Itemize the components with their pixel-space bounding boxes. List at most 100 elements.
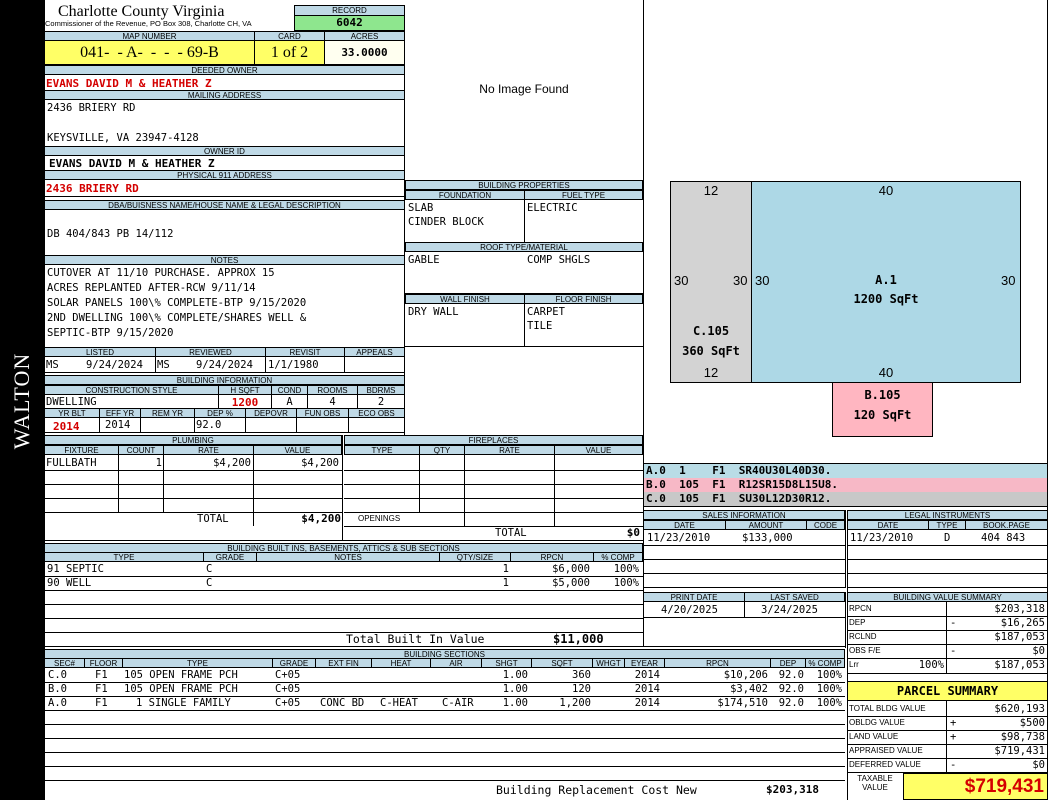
taxable-label-line1: TAXABLE — [857, 774, 893, 783]
parcel-value: $500 — [1019, 717, 1045, 729]
note-line: CUTOVER AT 11/10 PURCHASE. APPROX 15 — [47, 267, 275, 279]
builtin-rpcn: $5,000 — [552, 577, 590, 589]
section-rpcn: $174,510 — [717, 697, 768, 709]
plumbing-value: $4,200 — [301, 457, 339, 469]
c105-right-dim: 30 — [733, 273, 748, 288]
taxable-value: $719,431 — [903, 773, 1048, 800]
plumbing-col-value: VALUE — [253, 445, 342, 455]
foundation-1: SLAB — [408, 202, 434, 214]
ecoobs-header: ECO OBS — [348, 408, 405, 418]
card-number: 1 of 2 — [254, 40, 325, 65]
vs-value: $187,053 — [994, 631, 1045, 643]
parcel-value: $0 — [1032, 759, 1045, 771]
section-floor: F1 — [95, 697, 108, 709]
fireplace-col-value: VALUE — [554, 445, 643, 455]
c105-left-dim: 30 — [674, 273, 689, 288]
fireplace-col-qty: QTY — [419, 445, 465, 455]
builtins-total: $11,000 — [553, 632, 604, 646]
section-comp: 100% — [816, 683, 842, 695]
sections-total-label: Building Replacement Cost New — [496, 784, 697, 797]
reviewed-by: MS — [157, 359, 170, 371]
funobs-header: FUN OBS — [296, 408, 349, 418]
parcel-label: TOTAL BLDG VALUE — [849, 704, 926, 713]
legal-col-type: TYPE — [928, 520, 966, 530]
foundation-2: CINDER BLOCK — [408, 216, 484, 228]
appeals-header: APPEALS — [344, 347, 405, 357]
vs-value: $187,053 — [994, 659, 1045, 671]
fuel-value: ELECTRIC — [527, 202, 578, 214]
c105-top-dim: 12 — [703, 183, 719, 198]
builtin-qty: 1 — [502, 563, 509, 575]
plumbing-col-rate: RATE — [163, 445, 254, 455]
acres-value: 33.0000 — [324, 40, 405, 65]
legend-row-c: C.0 105 F1 SU30L12D30R12. — [644, 492, 1047, 506]
builtin-comp: 100% — [613, 577, 639, 589]
sec-col: FLOOR — [84, 658, 123, 668]
wall-value: DRY WALL — [408, 306, 459, 318]
section-type: 105 OPEN FRAME PCH — [124, 683, 238, 695]
owner-id-header: OWNER ID — [44, 146, 405, 156]
vs-value: $0 — [1032, 645, 1045, 657]
section-type: 105 OPEN FRAME PCH — [124, 669, 238, 681]
notes-header: NOTES — [44, 255, 405, 265]
parcel-label: DEFERRED VALUE — [849, 760, 921, 769]
sec-col: SQFT — [531, 658, 593, 668]
vs-label: RCLND — [849, 632, 877, 641]
sec-col: SEC# — [44, 658, 85, 668]
print-date: 4/20/2025 — [661, 604, 718, 616]
c105-bottom-dim: 12 — [703, 365, 719, 380]
legal-date: 11/23/2010 — [850, 532, 914, 544]
legal-col-book: BOOK.PAGE — [965, 520, 1048, 530]
vs-label: OBS F/E — [849, 646, 881, 655]
parcel-label: APPRAISED VALUE — [849, 746, 923, 755]
cond-header: COND — [271, 385, 308, 395]
floor-header: FLOOR FINISH — [524, 294, 643, 304]
section-rpcn: $3,402 — [730, 683, 768, 695]
section-ext: CONC BD — [320, 697, 365, 709]
fireplace-total-label: TOTAL — [495, 527, 527, 539]
roof-type: GABLE — [408, 254, 440, 266]
c105-area: 360 SqFt — [682, 344, 740, 358]
builtin-type: 91 SEPTIC — [47, 563, 104, 575]
vs-label: DEP — [849, 618, 866, 627]
physical-address: 2436 BRIERY RD — [46, 182, 139, 195]
legal-header: LEGAL INSTRUMENTS — [847, 510, 1048, 520]
sec-col: EYEAR — [624, 658, 665, 668]
roof-material: COMP SHGLS — [527, 254, 591, 266]
last-saved-header: LAST SAVED — [744, 592, 845, 602]
legal-type: D — [944, 532, 951, 544]
section-dep: 92.0 — [778, 683, 804, 695]
legal-book: 404 843 — [981, 532, 1026, 544]
builtins-col-type: TYPE — [44, 552, 204, 562]
mailing-header: MAILING ADDRESS — [44, 90, 405, 100]
rooms-header: ROOMS — [307, 385, 358, 395]
a1-top-dim: 40 — [878, 183, 894, 198]
sale-amount: $133,000 — [742, 532, 793, 544]
no-image-text: No Image Found — [479, 82, 569, 96]
yrblt-header: YR BLT — [44, 408, 100, 418]
floor-1: CARPET — [527, 306, 565, 318]
style-header: CONSTRUCTION STYLE — [44, 385, 219, 395]
plumbing-col-fixture: FIXTURE — [44, 445, 119, 455]
side-label: WALTON — [9, 352, 34, 450]
bdrms-header: BDRMS — [357, 385, 405, 395]
b105-name: B.105 — [864, 388, 901, 402]
floor-2: TILE — [527, 320, 553, 332]
section-floor: F1 — [95, 669, 108, 681]
builtins-col-notes: NOTES — [256, 552, 440, 562]
plumbing-total: $4,200 — [301, 512, 341, 525]
sec-col: TYPE — [122, 658, 273, 668]
building-info-header: BUILDING INFORMATION — [44, 375, 405, 385]
note-line: 2ND DWELLING 100\% COMPLETE/SHARES WELL … — [47, 312, 307, 324]
builtin-qty: 1 — [502, 577, 509, 589]
plumbing-count: 1 — [155, 457, 162, 469]
taxable-label-line2: VALUE — [862, 783, 888, 792]
section-shgt: 1.00 — [502, 697, 528, 709]
section-sqft: 120 — [572, 683, 591, 695]
print-date-header: PRINT DATE — [643, 592, 745, 602]
physical-header: PHYSICAL 911 ADDRESS — [44, 170, 405, 180]
reviewed-header: REVIEWED — [155, 347, 266, 357]
fireplace-col-type: TYPE — [344, 445, 420, 455]
legend-row-a: A.0 1 F1 SR40U30L40D30. — [644, 464, 1047, 478]
deeded-owner: EVANS DAVID M & HEATHER Z — [46, 77, 212, 90]
